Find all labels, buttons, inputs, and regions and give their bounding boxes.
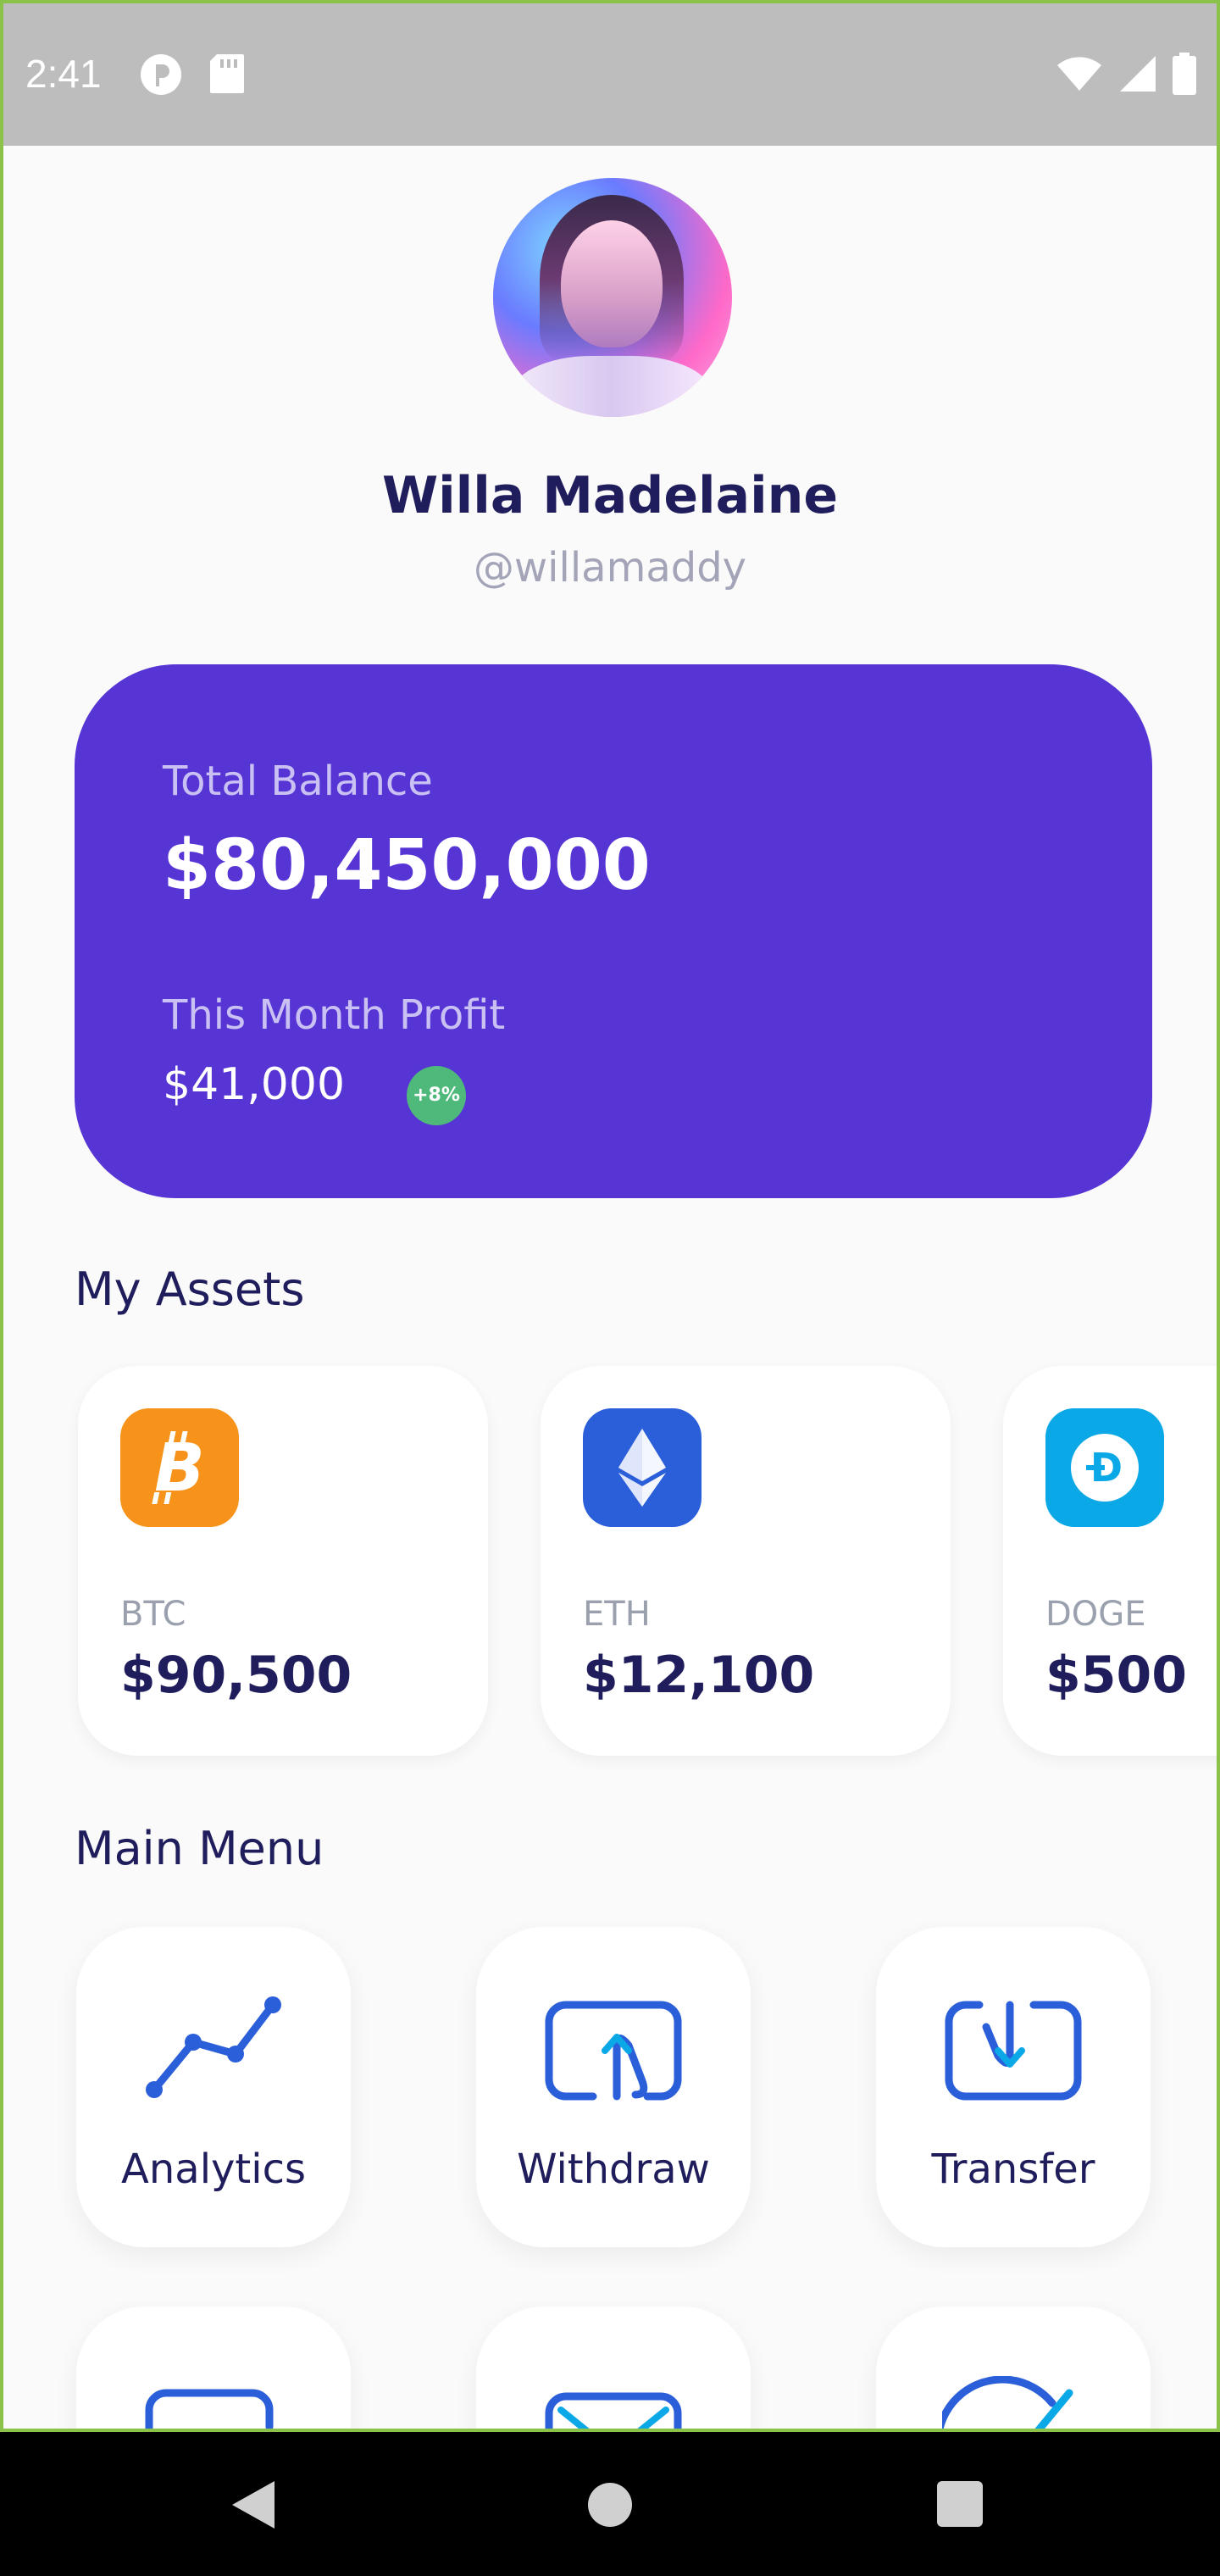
menu-item-check[interactable]	[876, 2307, 1151, 2429]
asset-symbol: BTC	[120, 1595, 186, 1634]
asset-card-doge[interactable]: D DOGE $500	[1003, 1366, 1217, 1756]
asset-value: $500	[1045, 1646, 1187, 1705]
status-bar: 2:41	[3, 3, 1217, 146]
total-balance-value: $80,450,000	[163, 825, 651, 906]
balance-card[interactable]: Total Balance $80,450,000 This Month Pro…	[75, 664, 1152, 1198]
total-balance-label: Total Balance	[163, 758, 433, 805]
mail-icon	[545, 2392, 682, 2429]
bitcoin-icon: B	[120, 1408, 239, 1527]
profile-handle: @willamaddy	[473, 544, 747, 591]
transfer-icon	[945, 2001, 1082, 2101]
main-content: Willa Madelaine @willamaddy Total Balanc…	[3, 146, 1217, 2429]
navigation-bar	[0, 2432, 1220, 2576]
privacy-icon	[141, 54, 181, 95]
dogecoin-icon: D	[1045, 1408, 1164, 1527]
signal-icon	[1120, 56, 1156, 92]
assets-carousel[interactable]: B BTC $90,500 ETH $12,100 D DOGE $500	[3, 1366, 1217, 1764]
menu-item-withdraw[interactable]: Withdraw	[476, 1927, 751, 2247]
back-icon[interactable]	[230, 2479, 276, 2530]
ethereum-icon	[583, 1408, 702, 1527]
menu-item-mail[interactable]	[476, 2307, 751, 2429]
svg-text:B: B	[154, 1430, 204, 1506]
menu-label: Analytics	[121, 2146, 306, 2193]
profit-value: $41,000	[163, 1059, 346, 1110]
profile-name: Willa Madelaine	[381, 466, 839, 525]
asset-symbol: DOGE	[1045, 1595, 1146, 1634]
battery-icon	[1173, 53, 1196, 95]
assets-section-title: My Assets	[75, 1263, 305, 1316]
check-icon	[942, 2376, 1073, 2429]
wallet-icon	[145, 2389, 274, 2429]
status-time: 2:41	[25, 52, 102, 96]
menu-label: Transfer	[931, 2146, 1095, 2193]
analytics-icon	[146, 1996, 281, 2098]
avatar[interactable]	[493, 178, 732, 417]
menu-section-title: Main Menu	[75, 1822, 324, 1875]
asset-card-btc[interactable]: B BTC $90,500	[78, 1366, 488, 1756]
asset-card-eth[interactable]: ETH $12,100	[541, 1366, 951, 1756]
asset-symbol: ETH	[583, 1595, 651, 1634]
recents-icon[interactable]	[937, 2481, 983, 2527]
profit-badge: +8%	[407, 1066, 466, 1125]
profit-label: This Month Profit	[163, 991, 506, 1039]
device-screen: 2:41 Willa Madelaine @willamaddy Total B…	[0, 0, 1220, 2432]
asset-value: $90,500	[120, 1646, 352, 1705]
wifi-icon	[1057, 57, 1101, 91]
menu-item-wallet[interactable]	[76, 2307, 351, 2429]
menu-item-analytics[interactable]: Analytics	[76, 1927, 351, 2247]
sd-card-icon	[210, 54, 244, 93]
home-icon[interactable]	[588, 2483, 632, 2527]
menu-item-transfer[interactable]: Transfer	[876, 1927, 1151, 2247]
asset-value: $12,100	[583, 1646, 815, 1705]
withdraw-icon	[545, 2001, 682, 2101]
menu-label: Withdraw	[517, 2146, 710, 2193]
